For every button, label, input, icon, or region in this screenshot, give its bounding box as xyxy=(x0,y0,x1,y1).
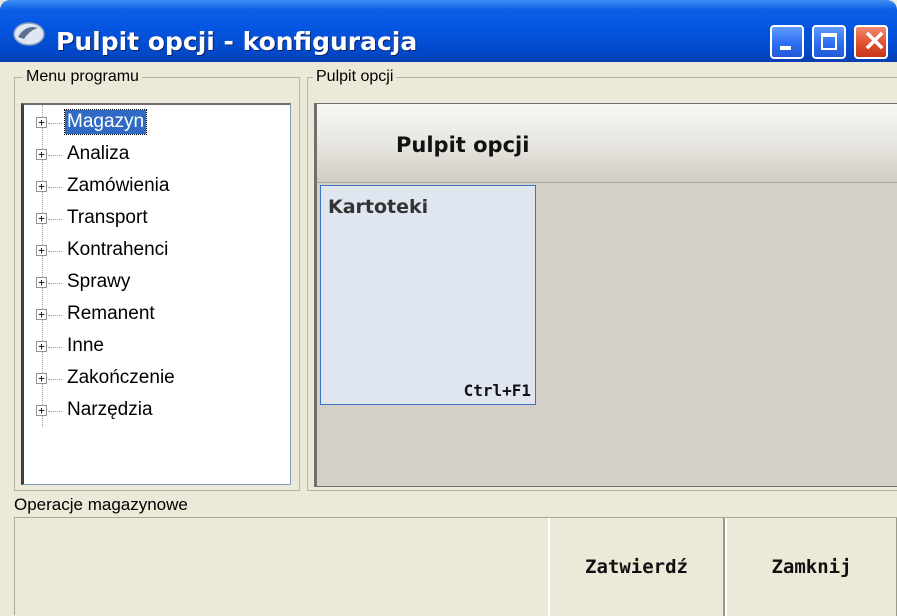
tree-item-zamowienia[interactable]: + Zamówienia xyxy=(24,172,284,202)
menu-group-legend: Menu programu xyxy=(23,68,142,86)
tree-item-sprawy[interactable]: + Sprawy xyxy=(24,268,284,298)
tree-connector xyxy=(48,251,62,252)
tree-item-label[interactable]: Narzędzia xyxy=(65,398,155,422)
tree-item-remanent[interactable]: + Remanent xyxy=(24,300,284,330)
window-title: Pulpit opcji - konfiguracja xyxy=(56,27,418,56)
status-text: Operacje magazynowe xyxy=(14,495,188,514)
tree-item-label[interactable]: Analiza xyxy=(65,142,131,166)
tree-item-label[interactable]: Remanent xyxy=(65,302,157,326)
tree-connector xyxy=(48,283,62,284)
close-dialog-button[interactable]: Zamknij xyxy=(725,518,897,616)
minimize-button[interactable] xyxy=(770,25,804,59)
tile-shortcut: Ctrl+F1 xyxy=(463,381,531,400)
bottom-button-panel: Zatwierdź Zamknij xyxy=(14,517,897,616)
tree-item-label[interactable]: Sprawy xyxy=(65,270,132,294)
app-icon xyxy=(13,22,45,46)
minimize-icon xyxy=(780,46,791,50)
expand-icon[interactable]: + xyxy=(36,181,47,192)
expand-icon[interactable]: + xyxy=(36,277,47,288)
tree-item-label[interactable]: Kontrahenci xyxy=(65,238,170,262)
title-bar[interactable]: Pulpit opcji - konfiguracja × xyxy=(0,0,897,62)
tree-item-narzedzia[interactable]: + Narzędzia xyxy=(24,396,284,426)
expand-icon[interactable]: + xyxy=(36,309,47,320)
tree-item-label[interactable]: Magazyn xyxy=(63,109,148,135)
expand-icon[interactable]: + xyxy=(36,341,47,352)
expand-icon[interactable]: + xyxy=(36,405,47,416)
pulpit-opcji-group: Pulpit opcji Pulpit opcji Kartoteki Ctrl… xyxy=(307,68,897,491)
pulpit-panel: Pulpit opcji Kartoteki Ctrl+F1 xyxy=(314,103,897,487)
tree-connector xyxy=(48,411,62,412)
tree-connector xyxy=(48,347,62,348)
tile-kartoteki[interactable]: Kartoteki Ctrl+F1 xyxy=(320,185,536,405)
tree-connector xyxy=(48,123,62,124)
tree-item-label[interactable]: Inne xyxy=(65,334,106,358)
tree-item-label[interactable]: Zamówienia xyxy=(65,174,171,198)
menu-programu-group: Menu programu + Magazyn + Analiza + Zamó… xyxy=(14,68,300,491)
tile-title: Kartoteki xyxy=(328,196,429,218)
tree-item-transport[interactable]: + Transport xyxy=(24,204,284,234)
pulpit-group-legend: Pulpit opcji xyxy=(313,68,397,86)
tree-connector xyxy=(48,187,62,188)
expand-icon[interactable]: + xyxy=(36,117,47,128)
tree-item-kontrahenci[interactable]: + Kontrahenci xyxy=(24,236,284,266)
expand-icon[interactable]: + xyxy=(36,213,47,224)
pulpit-header: Pulpit opcji xyxy=(317,104,897,183)
tree-connector xyxy=(48,219,62,220)
pulpit-header-title: Pulpit opcji xyxy=(396,133,530,157)
confirm-button[interactable]: Zatwierdź xyxy=(548,518,725,616)
tree-connector xyxy=(48,315,62,316)
tree-item-zakonczenie[interactable]: + Zakończenie xyxy=(24,364,284,394)
tree-item-inne[interactable]: + Inne xyxy=(24,332,284,362)
tree-item-analiza[interactable]: + Analiza xyxy=(24,140,284,170)
tree-item-magazyn[interactable]: + Magazyn xyxy=(24,108,284,138)
close-button[interactable]: × xyxy=(854,23,888,59)
expand-icon[interactable]: + xyxy=(36,373,47,384)
menu-tree[interactable]: + Magazyn + Analiza + Zamówienia + Trans… xyxy=(21,103,291,485)
expand-icon[interactable]: + xyxy=(36,245,47,256)
close-icon: × xyxy=(862,23,888,58)
tree-item-label[interactable]: Zakończenie xyxy=(65,366,177,390)
expand-icon[interactable]: + xyxy=(36,149,47,160)
tree-item-label[interactable]: Transport xyxy=(65,206,150,230)
maximize-button[interactable] xyxy=(812,25,846,59)
tree-connector xyxy=(48,155,62,156)
maximize-icon xyxy=(821,33,837,50)
tree-connector xyxy=(48,379,62,380)
